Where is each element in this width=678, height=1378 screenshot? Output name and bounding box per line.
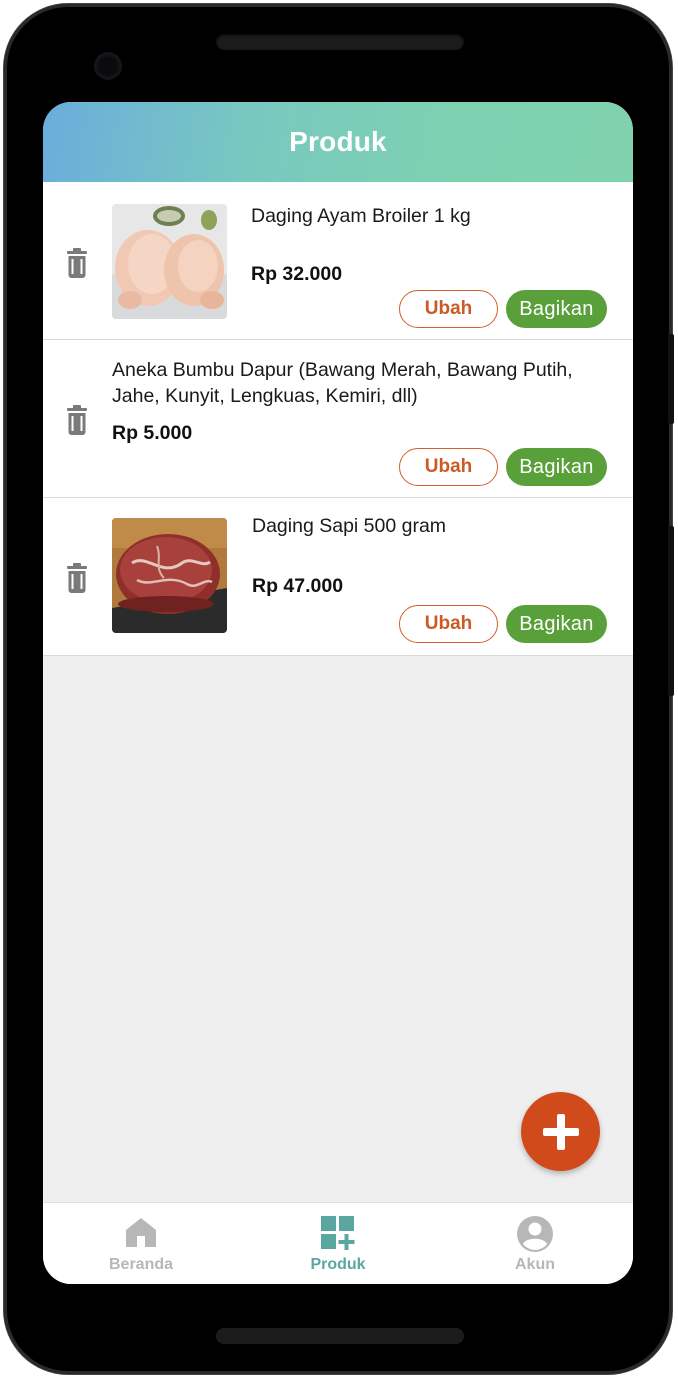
edit-button[interactable]: Ubah: [399, 448, 498, 486]
share-button[interactable]: Bagikan: [506, 605, 607, 643]
product-list: Daging Ayam Broiler 1 kg Rp 32.000 Ubah …: [43, 182, 633, 656]
trash-icon[interactable]: [65, 405, 89, 435]
product-title: Daging Sapi 500 gram: [252, 515, 447, 537]
product-price: Rp 32.000: [251, 263, 343, 285]
product-image-chicken: [112, 204, 227, 319]
product-title: Daging Ayam Broiler 1 kg: [251, 205, 471, 227]
edit-button[interactable]: Ubah: [399, 290, 498, 328]
product-row: Daging Sapi 500 gram Rp 47.000 Ubah Bagi…: [43, 498, 633, 656]
edit-button[interactable]: Ubah: [399, 605, 498, 643]
nav-item-produk[interactable]: Produk: [240, 1203, 436, 1284]
earpiece-speaker: [216, 34, 464, 50]
account-circle-icon: [517, 1216, 553, 1252]
product-price: Rp 5.000: [112, 422, 193, 444]
app-screen: Produk Daging Ayam Broiler 1 kg Rp 32.00…: [43, 102, 633, 1284]
volume-button: [668, 526, 674, 696]
bottom-speaker: [216, 1328, 464, 1344]
app-bar: Produk: [43, 102, 633, 182]
product-row: Aneka Bumbu Dapur (Bawang Merah, Bawang …: [43, 340, 633, 498]
share-button[interactable]: Bagikan: [506, 448, 607, 486]
trash-icon[interactable]: [65, 563, 89, 593]
home-icon: [126, 1218, 156, 1247]
product-title: Aneka Bumbu Dapur (Bawang Merah, Bawang …: [112, 359, 573, 407]
product-row: Daging Ayam Broiler 1 kg Rp 32.000 Ubah …: [43, 182, 633, 340]
nav-item-beranda[interactable]: Beranda: [43, 1203, 239, 1284]
product-grid-add-icon: [321, 1216, 355, 1250]
front-camera: [96, 54, 120, 78]
product-image-beef: [112, 518, 227, 633]
bottom-navigation: Beranda Produk Akun: [43, 1202, 633, 1284]
share-button[interactable]: Bagikan: [506, 290, 607, 328]
plus-icon: [542, 1113, 579, 1150]
add-product-button[interactable]: [521, 1092, 600, 1171]
trash-icon[interactable]: [65, 248, 89, 278]
nav-label: Produk: [310, 1256, 366, 1273]
nav-label: Beranda: [108, 1256, 174, 1273]
nav-label: Akun: [515, 1256, 555, 1273]
nav-item-akun[interactable]: Akun: [437, 1203, 633, 1284]
power-button: [668, 334, 674, 424]
product-price: Rp 47.000: [252, 575, 344, 597]
page-title: Produk: [289, 126, 387, 157]
